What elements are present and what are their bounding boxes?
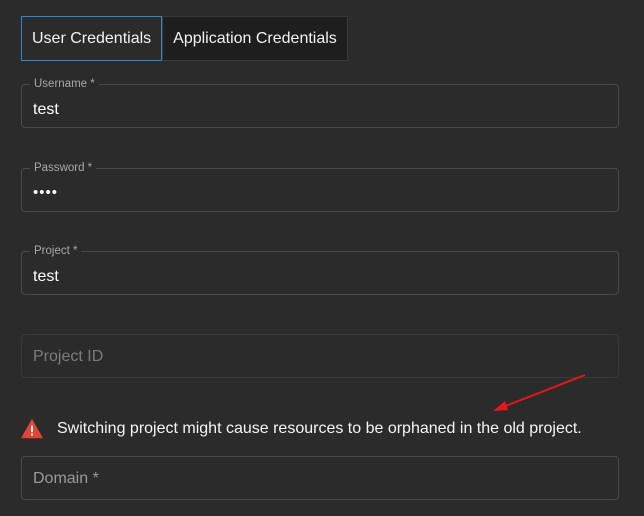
credentials-tabs: User Credentials Application Credentials bbox=[21, 16, 348, 61]
tab-application-credentials[interactable]: Application Credentials bbox=[162, 16, 348, 61]
username-field[interactable]: Username * test bbox=[21, 77, 619, 128]
domain-placeholder: Domain * bbox=[33, 470, 99, 487]
password-label: Password * bbox=[30, 161, 97, 175]
password-field[interactable]: Password * •••• bbox=[21, 161, 619, 212]
project-field[interactable]: Project * test bbox=[21, 244, 619, 295]
project-value: test bbox=[33, 268, 59, 285]
project-id-field[interactable]: Project ID bbox=[21, 334, 619, 378]
project-label: Project * bbox=[30, 244, 82, 258]
domain-field[interactable]: Domain * bbox=[21, 456, 619, 500]
warning-text: Switching project might cause resources … bbox=[57, 420, 582, 437]
tab-user-credentials[interactable]: User Credentials bbox=[21, 16, 163, 61]
warning-triangle-icon bbox=[21, 419, 43, 439]
username-label: Username * bbox=[30, 77, 99, 91]
password-value: •••• bbox=[33, 184, 59, 201]
username-value: test bbox=[33, 101, 59, 118]
project-switch-warning: Switching project might cause resources … bbox=[21, 418, 582, 440]
project-id-placeholder: Project ID bbox=[33, 348, 104, 365]
